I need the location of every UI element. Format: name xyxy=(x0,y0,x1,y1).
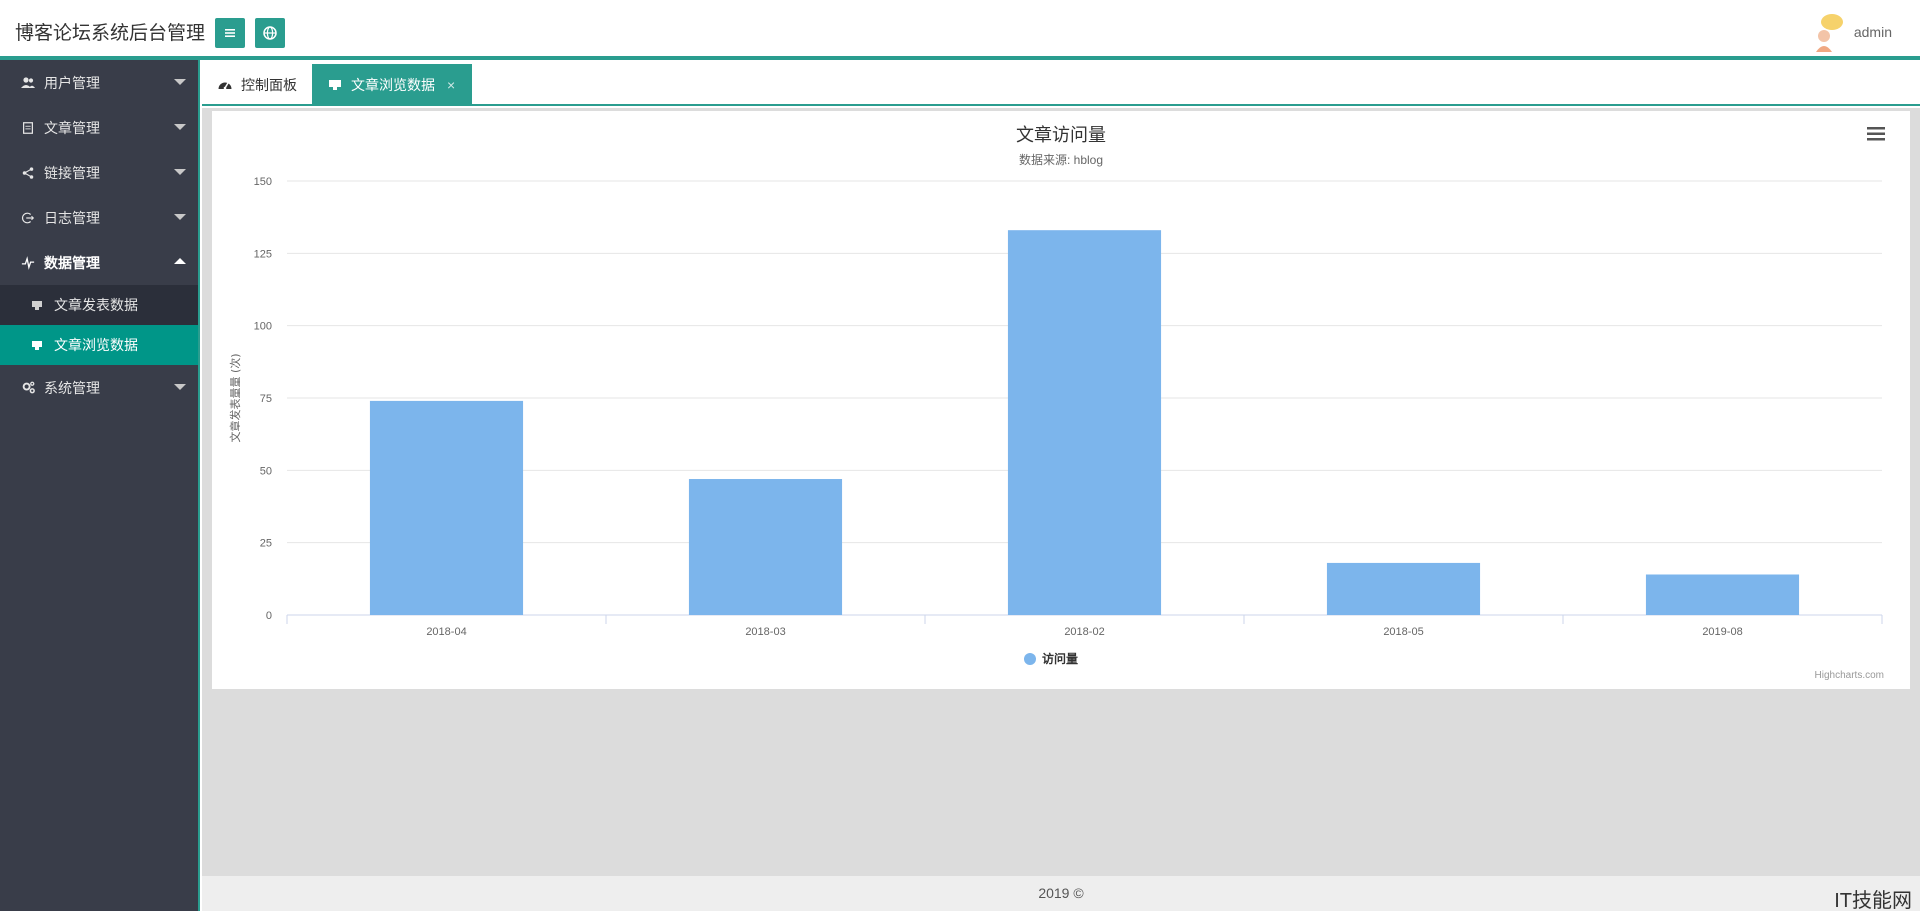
chevron-down-icon xyxy=(174,124,186,130)
tab-label: 控制面板 xyxy=(241,76,297,93)
hamburger-icon xyxy=(225,29,235,37)
y-axis-title: 文章发表量量 (次) xyxy=(228,353,242,442)
sidebar-item-label: 系统管理 xyxy=(44,379,100,396)
sidebar-item-label: 链接管理 xyxy=(44,164,100,181)
y-tick-label: 0 xyxy=(266,610,272,622)
sidebar-subitem-article-view-data[interactable]: 文章浏览数据 xyxy=(0,325,198,365)
chart-title: 文章访问量 xyxy=(1016,125,1106,145)
user-name: admin xyxy=(1853,24,1892,40)
sidebar-item-label: 日志管理 xyxy=(44,209,100,226)
chart-credit[interactable]: Highcharts.com xyxy=(1815,670,1884,681)
share-icon xyxy=(20,165,36,181)
sidebar-subitem-article-publish-data[interactable]: 文章发表数据 xyxy=(0,285,198,325)
chevron-up-icon xyxy=(174,258,186,264)
main-content: 0 25 50 75 100 125 150 文章发表量量 (次) 2018-04 2018-03… xyxy=(202,108,1920,876)
sidebar-item-label: 文章管理 xyxy=(44,119,100,136)
sidebar-item-link-management[interactable]: 链接管理 xyxy=(0,150,198,195)
document-icon xyxy=(20,120,36,136)
open-site-button[interactable] xyxy=(255,18,285,48)
chart-icon xyxy=(32,341,42,350)
tab-label: 文章浏览数据 xyxy=(351,76,435,93)
menu-toggle-button[interactable] xyxy=(215,18,245,48)
bar xyxy=(369,400,524,615)
chart-menu-icon[interactable] xyxy=(1867,126,1885,142)
y-tick-label: 25 xyxy=(260,538,272,550)
legend-label: 访问量 xyxy=(1042,651,1078,666)
chevron-down-icon xyxy=(174,79,186,85)
top-header: 博客论坛系统后台管理 admin xyxy=(0,0,1920,60)
chevron-down-icon xyxy=(174,384,186,390)
sidebar-subnav: 文章发表数据 文章浏览数据 xyxy=(0,285,198,365)
app-title: 博客论坛系统后台管理 xyxy=(15,23,206,44)
x-tick-label: 2018-03 xyxy=(745,626,785,638)
chart-subtitle: 数据来源: hblog xyxy=(1018,153,1104,167)
y-tick-label: 75 xyxy=(260,393,272,405)
chart-container: 0 25 50 75 100 125 150 文章发表量量 (次) 2018-04 2018-03… xyxy=(212,111,1910,689)
cogs-icon xyxy=(20,380,36,396)
sidebar-subitem-label: 文章浏览数据 xyxy=(54,337,138,353)
sidebar-item-user-management[interactable]: 用户管理 xyxy=(0,60,198,105)
tab-article-view-data[interactable]: 文章浏览数据 × xyxy=(312,64,472,105)
sidebar-item-label: 数据管理 xyxy=(44,254,100,271)
chevron-down-icon xyxy=(174,169,186,175)
y-tick-label: 125 xyxy=(254,248,272,260)
dashboard-icon xyxy=(218,82,232,89)
users-icon xyxy=(20,75,36,91)
sidebar-item-system-management[interactable]: 系统管理 xyxy=(0,365,198,410)
bar xyxy=(688,479,843,615)
tab-bar: 控制面板 文章浏览数据 × xyxy=(202,64,1920,106)
watermark: IT技能网 xyxy=(1834,890,1912,911)
sidebar-item-article-management[interactable]: 文章管理 xyxy=(0,105,198,150)
x-tick-label: 2019-08 xyxy=(1702,626,1742,638)
tab-dashboard[interactable]: 控制面板 xyxy=(202,64,312,105)
y-tick-label: 50 xyxy=(260,465,272,477)
sidebar-item-log-management[interactable]: 日志管理 xyxy=(0,195,198,240)
y-tick-label: 150 xyxy=(254,176,272,188)
x-tick-label: 2018-05 xyxy=(1383,626,1423,638)
globe-icon xyxy=(263,26,277,40)
close-icon[interactable]: × xyxy=(447,77,455,93)
footer: 2019 © xyxy=(202,876,1920,911)
sidebar-item-label: 用户管理 xyxy=(44,74,100,91)
bar xyxy=(1326,562,1481,615)
user-menu[interactable]: admin xyxy=(1810,12,1892,52)
logout-icon xyxy=(20,210,36,226)
x-tick-label: 2018-04 xyxy=(426,626,466,638)
x-tick-label: 2018-02 xyxy=(1064,626,1104,638)
chevron-down-icon xyxy=(174,214,186,220)
pulse-icon xyxy=(20,255,36,271)
sidebar: 用户管理 文章管理 链接管理 日志管理 数据管理 文章发表数据 文章浏览数据 系… xyxy=(0,60,200,911)
legend-marker xyxy=(1024,653,1036,665)
bar xyxy=(1007,230,1162,615)
chart-icon xyxy=(329,79,341,90)
bar xyxy=(1645,574,1800,615)
chart-icon xyxy=(32,301,42,310)
sidebar-subitem-label: 文章发表数据 xyxy=(54,297,138,313)
bar-chart: 0 25 50 75 100 125 150 文章发表量量 (次) 2018-04 2018-03… xyxy=(228,176,1883,666)
y-tick-label: 100 xyxy=(254,321,272,333)
sidebar-item-data-management[interactable]: 数据管理 xyxy=(0,240,198,285)
avatar xyxy=(1815,14,1843,52)
